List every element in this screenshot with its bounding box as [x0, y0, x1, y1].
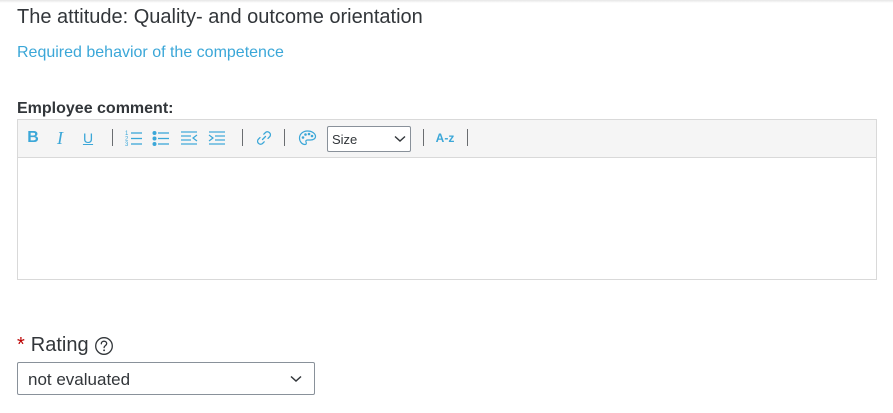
- outdent-icon: [181, 131, 198, 145]
- underline-icon: U: [82, 130, 94, 146]
- top-shadow: [0, 0, 893, 3]
- toolbar-separator: [242, 129, 243, 146]
- rating-selected-value: not evaluated: [28, 370, 131, 389]
- chevron-down-icon: [290, 375, 302, 383]
- svg-text:3: 3: [125, 142, 129, 147]
- toolbar-separator: [112, 129, 113, 146]
- link-button[interactable]: [254, 128, 274, 148]
- rating-select[interactable]: not evaluated: [17, 362, 315, 395]
- numbered-list-button[interactable]: 1 2 3: [124, 128, 144, 148]
- rating-label: * Rating: [17, 334, 114, 357]
- toolbar-separator: [467, 129, 468, 146]
- comment-text-area[interactable]: [18, 158, 876, 279]
- required-behavior-link[interactable]: Required behavior of the competence: [17, 44, 284, 62]
- underline-button[interactable]: U: [81, 128, 95, 148]
- rich-text-editor: B I U 1 2 3 Size A-z: [17, 119, 877, 280]
- toolbar-separator: [284, 129, 285, 146]
- bold-icon: B: [27, 129, 39, 146]
- italic-icon: I: [57, 128, 63, 148]
- required-marker: *: [17, 334, 25, 356]
- text-color-button[interactable]: [296, 128, 318, 148]
- sort-az-button[interactable]: A-z: [433, 128, 457, 148]
- link-icon: [256, 131, 272, 145]
- toolbar-separator: [423, 129, 424, 146]
- employee-comment-label: Employee comment:: [17, 100, 174, 117]
- indent-icon: [208, 131, 225, 145]
- chevron-down-icon: [394, 135, 406, 142]
- color-palette-icon: [298, 130, 316, 146]
- bullet-list-icon: [152, 131, 169, 146]
- outdent-button[interactable]: [179, 128, 199, 148]
- indent-button[interactable]: [207, 128, 227, 148]
- help-icon[interactable]: [94, 336, 114, 356]
- italic-button[interactable]: I: [53, 128, 67, 148]
- editor-toolbar: B I U 1 2 3 Size A-z: [18, 120, 876, 158]
- font-size-value: Size: [332, 132, 358, 147]
- bullet-list-button[interactable]: [151, 128, 171, 148]
- font-size-select[interactable]: Size: [327, 126, 411, 152]
- competency-title: The attitude: Quality- and outcome orien…: [17, 6, 423, 28]
- numbered-list-icon: 1 2 3: [125, 131, 142, 147]
- sort-az-icon: A-z: [435, 131, 455, 145]
- bold-button[interactable]: B: [26, 128, 40, 148]
- rating-label-text: Rating: [30, 334, 89, 356]
